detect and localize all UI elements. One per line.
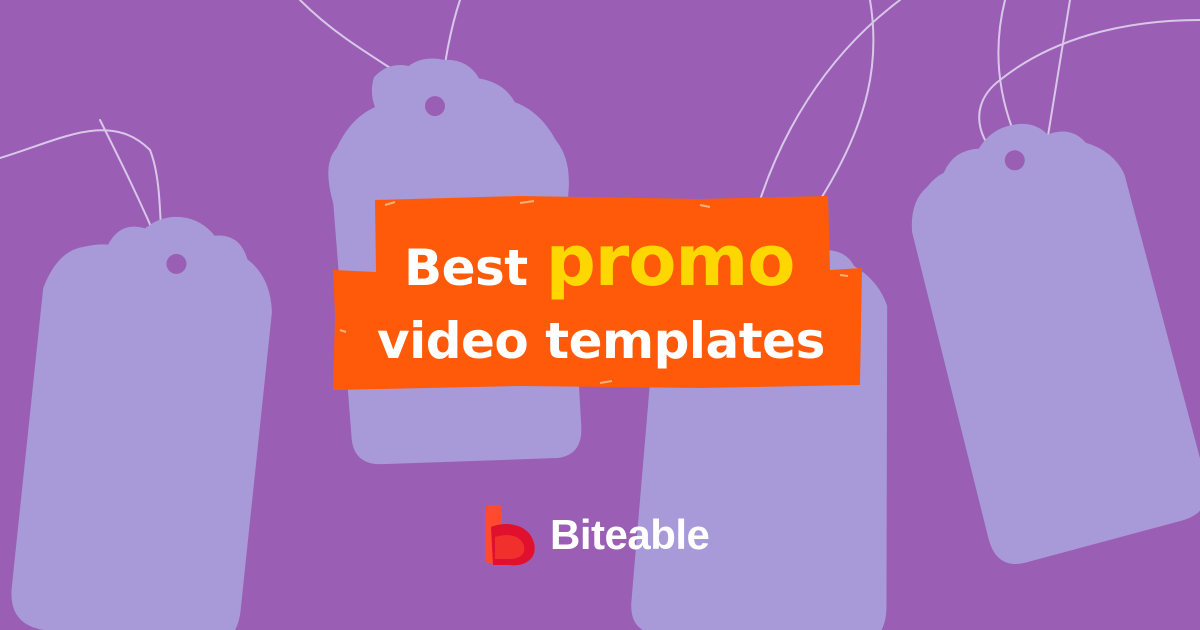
tags-photo-background	[0, 0, 1200, 630]
promo-graphic: Best promo video templates Biteable	[0, 0, 1200, 630]
headline-banner	[333, 196, 862, 390]
